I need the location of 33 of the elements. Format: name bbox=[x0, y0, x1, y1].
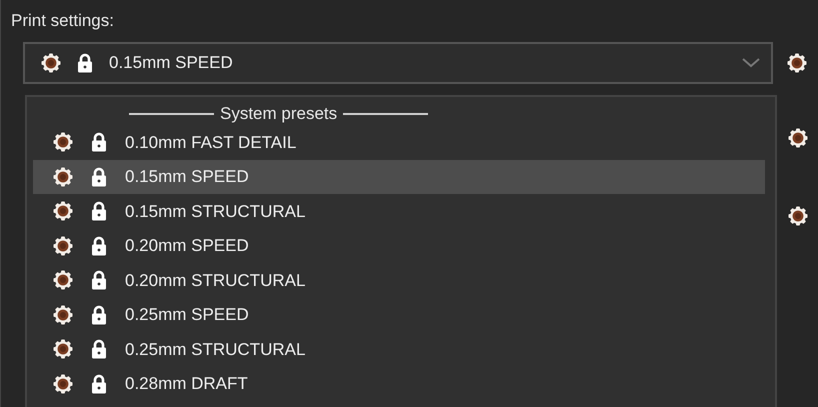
gear-icon bbox=[53, 236, 73, 256]
preset-option[interactable]: 0.25mm SPEED bbox=[33, 298, 765, 332]
group-header: System presets bbox=[220, 103, 338, 126]
gear-icon bbox=[53, 132, 73, 152]
lock-icon bbox=[91, 304, 107, 325]
gear-icon bbox=[53, 166, 73, 187]
gear-icon bbox=[53, 270, 73, 290]
preset-option[interactable]: 0.25mm STRUCTURAL bbox=[33, 332, 765, 366]
lock-icon bbox=[91, 339, 107, 360]
preset-option[interactable]: 0.28mm DRAFT bbox=[33, 366, 765, 401]
gear-icon bbox=[53, 201, 73, 222]
preset-option[interactable]: 0.20mm STRUCTURAL bbox=[33, 263, 765, 298]
lock-icon bbox=[91, 201, 107, 222]
preset-option[interactable]: 0.20mm SPEED bbox=[33, 228, 765, 263]
chevron-down-icon bbox=[741, 56, 761, 68]
preset-option[interactable]: 0.15mm SPEED bbox=[33, 160, 765, 194]
lock-icon bbox=[91, 132, 107, 152]
gear-icon bbox=[53, 304, 73, 325]
gear-icon bbox=[53, 339, 73, 360]
section-label: Print settings: bbox=[11, 11, 114, 31]
lock-icon bbox=[91, 270, 107, 290]
gear-icon bbox=[41, 52, 61, 72]
lock-icon bbox=[77, 52, 93, 72]
gear-icon bbox=[53, 374, 73, 394]
gear-icon[interactable] bbox=[788, 128, 808, 148]
preset-option[interactable]: 0.15mm STRUCTURAL bbox=[33, 194, 765, 228]
gear-icon[interactable] bbox=[787, 52, 807, 72]
preset-dropdown[interactable]: 0.15mm SPEED bbox=[23, 42, 773, 84]
lock-icon bbox=[91, 166, 107, 187]
lock-icon bbox=[91, 374, 107, 394]
lock-icon bbox=[91, 236, 107, 256]
gear-icon[interactable] bbox=[788, 206, 808, 226]
preset-option[interactable]: 0.10mm FAST DETAIL bbox=[33, 125, 765, 160]
